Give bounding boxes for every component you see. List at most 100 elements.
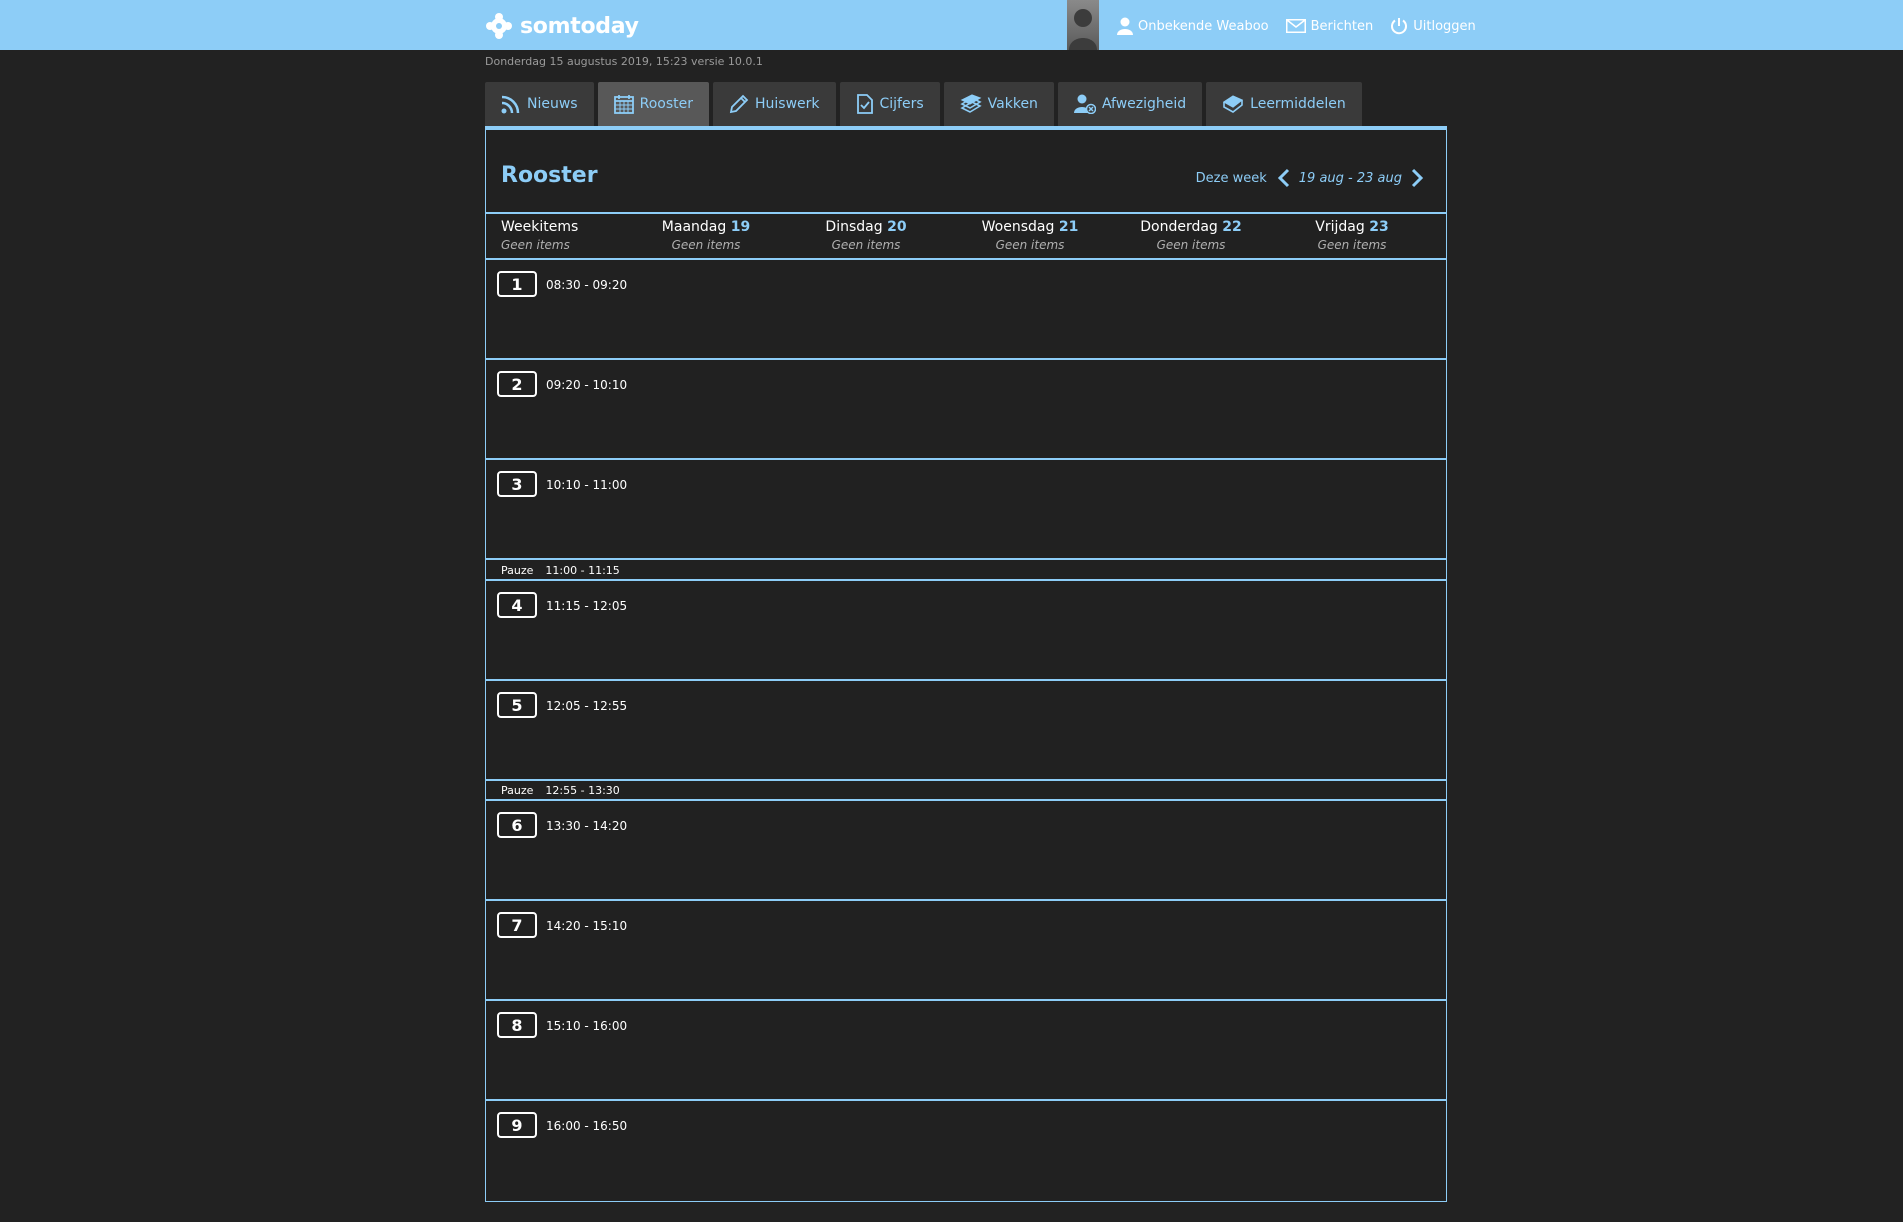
lesson-period-7[interactable]: 7 14:20 - 15:10 — [486, 901, 1446, 999]
break-row: Pauze 11:00 - 11:15 — [501, 564, 620, 577]
avatar[interactable] — [1067, 0, 1099, 50]
tab-label: Rooster — [639, 96, 693, 112]
divider — [486, 558, 1446, 560]
lesson-period-4[interactable]: 4 11:15 - 12:05 — [486, 581, 1446, 679]
lesson-period-6[interactable]: 6 13:30 - 14:20 — [486, 801, 1446, 899]
lesson-period-8[interactable]: 8 15:10 - 16:00 — [486, 1001, 1446, 1099]
week-navigation: Deze week 19 aug - 23 aug — [1196, 168, 1424, 188]
column-title: Maandag 19 — [656, 219, 756, 235]
column-empty-text: Geen items — [1317, 238, 1387, 252]
break-label: Pauze — [501, 564, 534, 577]
lesson-period-1[interactable]: 1 08:30 - 09:20 — [486, 260, 1446, 358]
books-icon — [959, 94, 982, 113]
logout-label: Uitloggen — [1413, 18, 1476, 34]
day-number: 19 — [730, 219, 751, 235]
day-number: 23 — [1369, 219, 1389, 235]
period-number: 4 — [497, 592, 537, 618]
column-title: Donderdag 22 — [1136, 219, 1246, 235]
brand-name: somtoday — [520, 13, 639, 39]
day-name: Vrijdag — [1315, 219, 1365, 235]
tab-vakken[interactable]: Vakken — [943, 82, 1054, 126]
messages-link[interactable]: Berichten — [1285, 19, 1373, 34]
period-number: 2 — [497, 371, 537, 397]
rss-icon — [501, 95, 520, 114]
tab-rooster[interactable]: Rooster — [597, 82, 709, 126]
day-name: Maandag — [661, 219, 727, 235]
column-title: Woensdag 21 — [975, 219, 1085, 235]
break-row: Pauze 12:55 - 13:30 — [501, 784, 620, 797]
avatar-silhouette-icon — [1069, 9, 1097, 50]
tab-afwezigheid[interactable]: Afwezigheid — [1057, 82, 1203, 126]
column-header-woensdag: Woensdag 21 Geen items — [975, 219, 1085, 252]
day-number: 21 — [1058, 219, 1079, 235]
day-number: 22 — [1222, 219, 1242, 235]
column-header-dinsdag: Dinsdag 20 Geen items — [816, 219, 916, 252]
day-number: 20 — [887, 219, 907, 235]
power-icon — [1391, 18, 1408, 35]
tab-cijfers[interactable]: Cijfers — [839, 82, 940, 126]
divider — [486, 779, 1446, 781]
lesson-period-5[interactable]: 5 12:05 - 12:55 — [486, 681, 1446, 779]
somtoday-logo[interactable]: somtoday — [485, 11, 639, 41]
top-bar: somtoday Onbekende Weaboo Berichten Uitl… — [0, 0, 1903, 50]
period-number: 1 — [497, 271, 537, 297]
logo-icon — [486, 13, 512, 39]
divider — [486, 212, 1446, 214]
period-time: 12:05 - 12:55 — [546, 699, 628, 713]
period-number: 8 — [497, 1012, 537, 1038]
period-time: 13:30 - 14:20 — [546, 819, 628, 833]
user-menu-link[interactable]: Onbekende Weaboo — [1117, 17, 1269, 35]
main-tabs: Nieuws Rooster Huiswerk Cijfers Vakken A… — [485, 82, 1366, 126]
break-time: 12:55 - 13:30 — [545, 784, 620, 797]
user-absent-icon — [1073, 94, 1096, 114]
this-week-link[interactable]: Deze week — [1196, 171, 1267, 186]
next-week-button[interactable] — [1410, 168, 1424, 188]
logout-link[interactable]: Uitloggen — [1390, 17, 1476, 35]
envelope-icon — [1285, 19, 1306, 33]
period-time: 15:10 - 16:00 — [546, 1019, 628, 1033]
date-version-info: Donderdag 15 augustus 2019, 15:23 versie… — [485, 55, 763, 68]
user-name: Onbekende Weaboo — [1138, 18, 1269, 34]
tab-leermiddelen[interactable]: Leermiddelen — [1206, 82, 1362, 126]
column-empty-text: Geen items — [831, 238, 901, 252]
column-header-maandag: Maandag 19 Geen items — [656, 219, 756, 252]
tab-label: Huiswerk — [754, 96, 820, 112]
column-title: Weekitems — [501, 219, 579, 235]
break-label: Pauze — [501, 784, 534, 797]
calendar-icon — [613, 95, 634, 114]
previous-week-button[interactable] — [1277, 168, 1291, 188]
period-time: 16:00 - 16:50 — [546, 1119, 628, 1133]
column-empty-text: Geen items — [671, 238, 741, 252]
period-number: 3 — [497, 471, 537, 497]
lesson-period-3[interactable]: 3 10:10 - 11:00 — [486, 460, 1446, 558]
column-empty-text: Geen items — [1156, 238, 1226, 252]
period-number: 6 — [497, 812, 537, 838]
day-name: Woensdag — [981, 219, 1055, 235]
tab-label: Afwezigheid — [1101, 96, 1187, 112]
rooster-panel: Rooster Deze week 19 aug - 23 aug Weekit… — [485, 130, 1447, 1202]
period-number: 9 — [497, 1112, 537, 1138]
tab-label: Leermiddelen — [1250, 96, 1346, 112]
column-empty-text: Geen items — [501, 238, 570, 252]
page-title: Rooster — [501, 163, 598, 188]
user-icon — [1117, 17, 1133, 35]
tab-label: Nieuws — [527, 96, 578, 112]
lesson-period-9[interactable]: 9 16:00 - 16:50 — [486, 1101, 1446, 1199]
period-time: 14:20 - 15:10 — [546, 919, 628, 933]
chevron-right-icon — [1411, 168, 1424, 188]
week-range: 19 aug - 23 aug — [1298, 170, 1402, 186]
lesson-period-2[interactable]: 2 09:20 - 10:10 — [486, 360, 1446, 458]
period-time: 10:10 - 11:00 — [546, 478, 628, 492]
tab-huiswerk[interactable]: Huiswerk — [712, 82, 836, 126]
period-time: 08:30 - 09:20 — [546, 278, 628, 292]
period-time: 09:20 - 10:10 — [546, 378, 628, 392]
day-name: Donderdag — [1140, 219, 1218, 235]
period-number: 7 — [497, 912, 537, 938]
chevron-left-icon — [1277, 168, 1289, 188]
column-header-vrijdag: Vrijdag 23 Geen items — [1302, 219, 1402, 252]
day-name: Dinsdag — [825, 219, 883, 235]
column-empty-text: Geen items — [995, 238, 1065, 252]
tab-nieuws[interactable]: Nieuws — [485, 82, 594, 126]
column-title: Vrijdag 23 — [1302, 219, 1402, 235]
column-header-weekitems: Weekitems Geen items — [501, 219, 578, 252]
